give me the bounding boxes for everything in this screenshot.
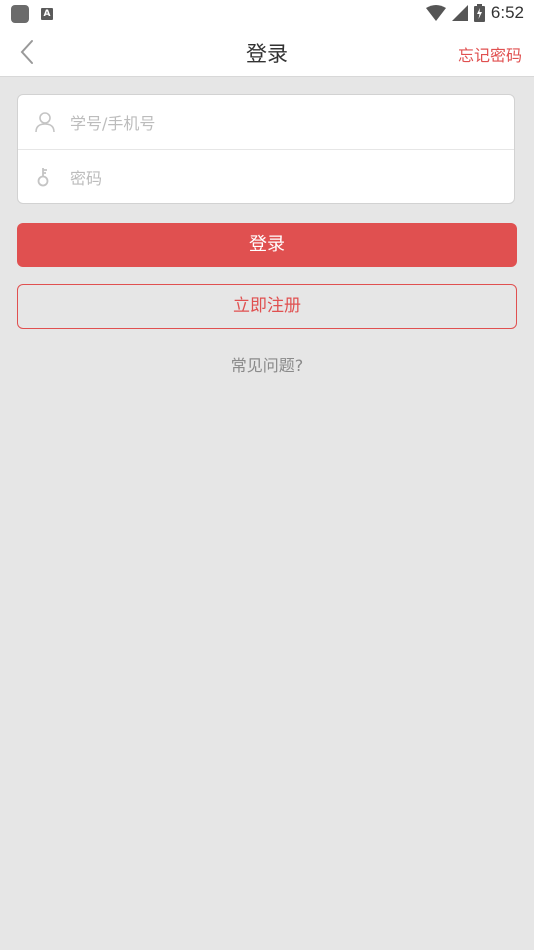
faq-link[interactable]: 常见问题? <box>0 352 534 376</box>
login-button[interactable]: 登录 <box>17 223 517 267</box>
battery-icon <box>473 4 485 22</box>
forgot-password-link[interactable]: 忘记密码 <box>458 42 522 66</box>
wifi-icon <box>425 5 446 21</box>
key-icon <box>37 168 49 187</box>
status-time: 6:52 <box>490 3 524 22</box>
password-row <box>18 150 514 206</box>
password-input[interactable] <box>68 150 504 206</box>
app-header: 登录 忘记密码 <box>0 28 534 77</box>
page-title: 登录 <box>246 42 288 66</box>
status-bar: A 6:52 <box>0 0 534 28</box>
signal-icon <box>451 5 468 21</box>
login-form <box>17 94 515 206</box>
user-icon <box>35 112 55 133</box>
app-icon <box>11 5 29 23</box>
username-row <box>18 95 514 151</box>
status-right-icons: 6:52 <box>425 3 524 23</box>
a-icon: A <box>41 8 53 20</box>
register-button[interactable]: 立即注册 <box>17 284 517 329</box>
username-input[interactable] <box>68 95 504 151</box>
status-left-icons: A <box>11 5 53 23</box>
